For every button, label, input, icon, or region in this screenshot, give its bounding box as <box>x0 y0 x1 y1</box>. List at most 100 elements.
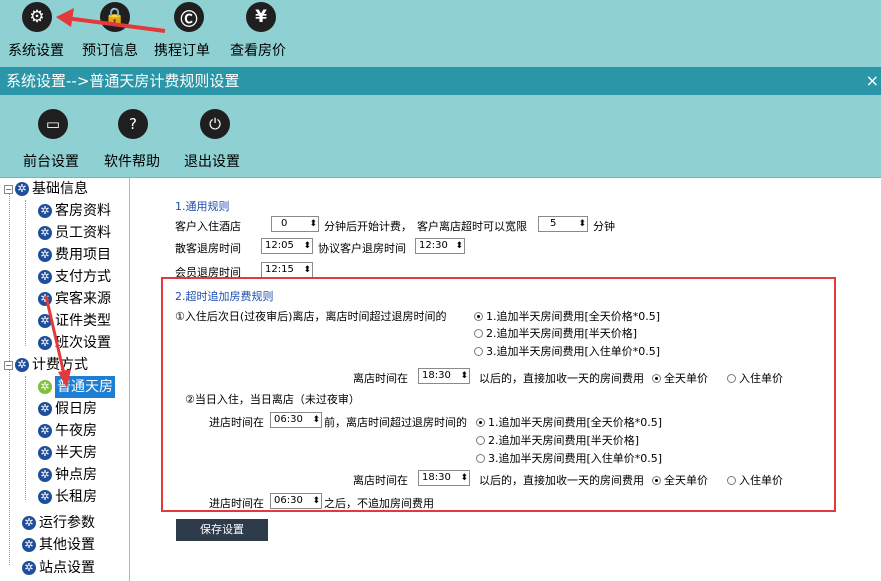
option-label: 1.追加半天房间费用[全天价格*0.5] <box>486 310 661 323</box>
toolbar-booking-info[interactable]: 🔒 预订信息 <box>78 0 148 67</box>
case1-option-3[interactable]: 3.追加半天房间费用[入住单价*0.5] <box>474 343 660 359</box>
tree-group-basic-info[interactable]: − ✲ 基础信息 <box>4 178 88 200</box>
case2-final-time-input[interactable]: 06:30 ⬍ <box>270 493 322 509</box>
grace-suffix: 分钟 <box>593 220 615 233</box>
tree-item-site-settings[interactable]: ✲ 站点设置 <box>22 557 95 579</box>
tree-item-label: 午夜房 <box>55 423 97 439</box>
time-value: 12:30 <box>419 240 448 251</box>
case2-after-time-input[interactable]: 18:30 ⬍ <box>418 470 470 486</box>
tree-item-guest-source[interactable]: ✲ 宾客来源 <box>38 288 111 310</box>
tree-item-payment-methods[interactable]: ✲ 支付方式 <box>38 266 111 288</box>
spinner-icon[interactable]: ⬍ <box>309 217 317 231</box>
radio-icon <box>727 476 736 485</box>
radio-icon <box>652 476 661 485</box>
close-icon[interactable]: × <box>866 67 879 95</box>
window-title: 系统设置-->普通天房计费规则设置 <box>6 72 240 90</box>
gear-icon: ✲ <box>15 358 29 372</box>
case1-option-2[interactable]: 2.追加半天房间费用[半天价格] <box>474 325 637 341</box>
collapse-icon[interactable]: − <box>4 360 13 370</box>
case2-price-full-day[interactable]: 全天单价 <box>652 472 708 488</box>
gear-icon: ✲ <box>22 561 36 575</box>
collapse-icon[interactable]: − <box>4 184 13 194</box>
toolbar-system-settings[interactable]: ⚙ 系统设置 <box>0 0 72 67</box>
radio-icon <box>474 329 483 338</box>
spinner-icon[interactable]: ⬍ <box>303 239 311 253</box>
tree-item-long-term-room[interactable]: ✲ 长租房 <box>38 486 97 508</box>
walkin-checkout-time-input[interactable]: 12:05 ⬍ <box>261 238 313 254</box>
toolbar-ctrip-orders[interactable]: Ⓒ 携程订单 <box>154 0 224 67</box>
case2-option-1[interactable]: 1.追加半天房间费用[全天价格*0.5] <box>476 414 662 430</box>
case2-text: ②当日入住，当日离店（未过夜审） <box>185 393 360 406</box>
gear-icon: ✲ <box>38 292 52 306</box>
agreement-checkout-time-input[interactable]: 12:30 ⬍ <box>415 238 465 254</box>
case2-after-suffix: 以后的，直接加收一天的房间费用 <box>479 474 644 487</box>
toolbar-room-rates[interactable]: ¥ 查看房价 <box>228 0 298 67</box>
tree-item-midnight-room[interactable]: ✲ 午夜房 <box>38 420 97 442</box>
tree-item-holiday-room[interactable]: ✲ 假日房 <box>38 398 97 420</box>
button-label: 软件帮助 <box>104 154 160 170</box>
billing-rules-panel: 1.通用规则 客户入住酒店 0 ⬍ 分钟后开始计费， 客户离店超时可以宽限 5 ⬍ … <box>131 178 881 581</box>
tree-item-id-types[interactable]: ✲ 证件类型 <box>38 310 111 332</box>
spinner-icon[interactable]: ⬍ <box>312 494 320 508</box>
yen-search-icon: ¥ <box>246 2 276 32</box>
tree-item-standard-day-room[interactable]: ✲ 普通天房 <box>38 376 115 398</box>
gear-icon: ✲ <box>38 490 52 504</box>
radio-icon <box>476 418 485 427</box>
tree-item-room-data[interactable]: ✲ 客房资料 <box>38 200 111 222</box>
case1-after-time-input[interactable]: 18:30 ⬍ <box>418 368 470 384</box>
tree-line <box>9 192 10 565</box>
tree-item-label: 假日房 <box>55 401 97 417</box>
tree-group-billing[interactable]: − ✲ 计费方式 <box>4 354 88 376</box>
case2-price-checkin[interactable]: 入住单价 <box>727 472 783 488</box>
toolbar-label: 系统设置 <box>8 43 64 59</box>
save-button[interactable]: 保存设置 <box>176 519 268 541</box>
exit-settings-button[interactable]: ⏻ 退出设置 <box>180 95 250 178</box>
spinner-icon[interactable]: ⬍ <box>303 263 311 277</box>
tree-item-fee-items[interactable]: ✲ 费用项目 <box>38 244 111 266</box>
power-icon: ⏻ <box>200 109 230 139</box>
tree-item-hourly-room[interactable]: ✲ 钟点房 <box>38 464 97 486</box>
option-label: 入住单价 <box>739 474 783 487</box>
case2-final-suffix: 之后，不追加房间费用 <box>324 497 434 510</box>
front-desk-settings-button[interactable]: ▭ 前台设置 <box>20 95 90 178</box>
window-title-bar: 系统设置-->普通天房计费规则设置 × <box>0 67 881 95</box>
gear-icon: ✲ <box>38 402 52 416</box>
spinner-icon[interactable]: ⬍ <box>460 471 468 485</box>
case1-price-full-day[interactable]: 全天单价 <box>652 370 708 386</box>
agreement-checkout-label: 协议客户退房时间 <box>318 242 406 255</box>
member-checkout-time-input[interactable]: 12:15 ⬍ <box>261 262 313 278</box>
spinner-icon[interactable]: ⬍ <box>455 239 463 253</box>
tree-item-other-settings[interactable]: ✲ 其他设置 <box>22 534 95 556</box>
tree-item-shift-settings[interactable]: ✲ 班次设置 <box>38 332 111 354</box>
option-label: 3.追加半天房间费用[入住单价*0.5] <box>488 452 663 465</box>
case1-option-1[interactable]: 1.追加半天房间费用[全天价格*0.5] <box>474 308 660 324</box>
tree-item-label: 普通天房 <box>55 376 115 398</box>
settings-toolbar: ▭ 前台设置 ? 软件帮助 ⏻ 退出设置 <box>0 95 881 178</box>
grace-label: 客户离店超时可以宽限 <box>417 220 527 233</box>
main-toolbar: ⚙ 系统设置 🔒 预订信息 Ⓒ 携程订单 ¥ 查看房价 <box>0 0 881 67</box>
spinner-icon[interactable]: ⬍ <box>460 369 468 383</box>
case2-enter-time-input[interactable]: 06:30 ⬍ <box>270 412 322 428</box>
spinner-icon[interactable]: ⬍ <box>312 413 320 427</box>
tree-item-half-day-room[interactable]: ✲ 半天房 <box>38 442 97 464</box>
software-help-button[interactable]: ? 软件帮助 <box>100 95 170 178</box>
tree-item-label: 员工资料 <box>55 225 111 241</box>
radio-icon <box>476 436 485 445</box>
case2-option-2[interactable]: 2.追加半天房间费用[半天价格] <box>476 432 639 448</box>
tree-group-label: 基础信息 <box>32 181 88 197</box>
tree-item-label: 客房资料 <box>55 203 111 219</box>
case2-option-3[interactable]: 3.追加半天房间费用[入住单价*0.5] <box>476 450 662 466</box>
case1-after-label: 离店时间在 <box>353 372 408 385</box>
spinner-icon[interactable]: ⬍ <box>578 217 586 231</box>
tree-item-staff-data[interactable]: ✲ 员工资料 <box>38 222 111 244</box>
case1-price-checkin[interactable]: 入住单价 <box>727 370 783 386</box>
ctrip-icon: Ⓒ <box>174 2 204 32</box>
tree-item-label: 费用项目 <box>55 247 111 263</box>
tree-item-label: 宾客来源 <box>55 291 111 307</box>
gear-icon: ✲ <box>38 314 52 328</box>
tree-item-run-params[interactable]: ✲ 运行参数 <box>22 512 95 534</box>
grace-minutes-stepper[interactable]: 5 ⬍ <box>538 216 588 232</box>
gear-icon: ✲ <box>38 248 52 262</box>
time-value: 06:30 <box>274 495 303 506</box>
checkin-minutes-stepper[interactable]: 0 ⬍ <box>271 216 319 232</box>
